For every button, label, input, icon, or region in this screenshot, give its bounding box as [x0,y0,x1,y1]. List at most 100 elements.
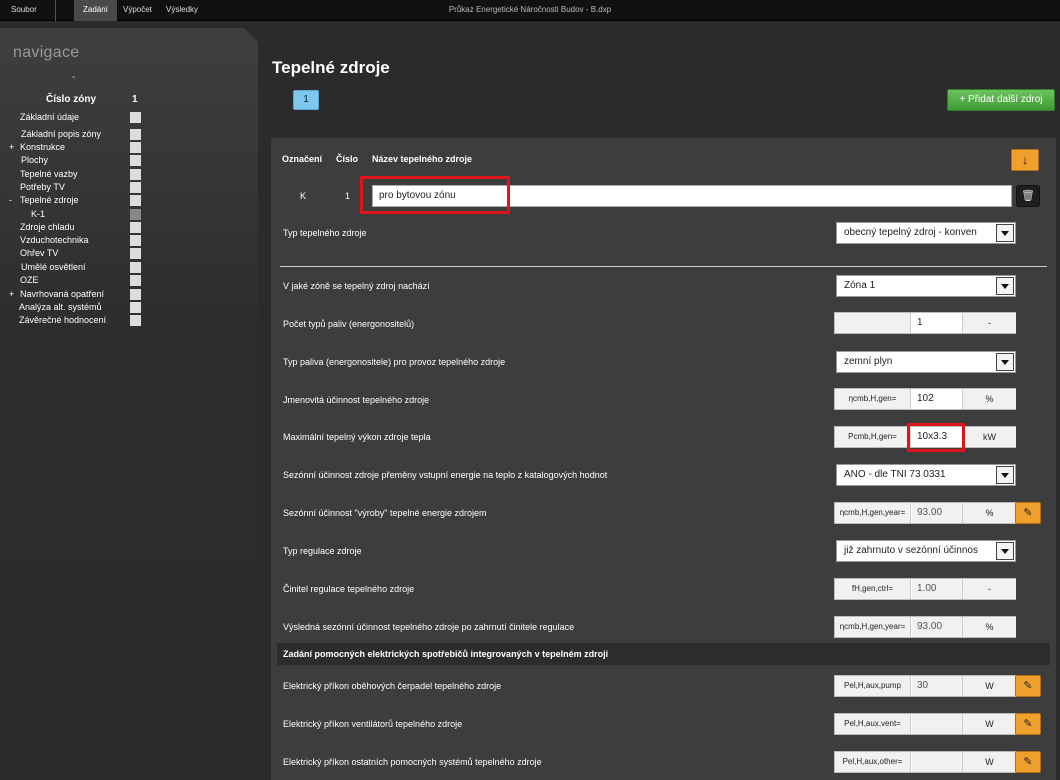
empty-symbol [835,313,911,333]
status-checkbox [130,235,141,246]
sidebar-item-tepelne-zdroje[interactable]: - Tepelné zdroje [0,195,145,207]
chevron-down-icon [996,466,1014,484]
other-value [912,752,962,772]
nav-collapse-toggle[interactable]: - [72,72,75,83]
sidebar-item-label: Vzduchotechnika [20,235,89,245]
palivo-select[interactable]: zemní plyn [836,351,1016,373]
header-cislo: Číslo [336,154,359,164]
collapse-icon[interactable]: - [9,195,17,205]
symbol-label: ηcmb,H,gen,year= [835,503,911,523]
sidebar-item-label: Základní popis zóny [21,129,102,139]
sidebar-item-vzduchotechnika[interactable]: Vzduchotechnika [0,235,145,247]
main-content: Tepelné zdroje 1 + Přidat další zdroj Oz… [258,28,1060,780]
vent-field: Pel,H,aux,vent= W [834,713,1016,735]
edit-icon[interactable]: ✎ [1015,502,1041,524]
sidebar-item-zakladni-popis-zony[interactable]: Základní popis zóny [0,129,145,141]
sidebar-item-zdroje-chladu[interactable]: Zdroje chladu [0,222,145,234]
pocet-paliv-input[interactable]: 1 [912,313,962,333]
sidebar-item-plochy[interactable]: Plochy [0,155,145,167]
sidebar-item-label: Zdroje chladu [20,222,75,232]
unit-label: W [962,676,1016,696]
unit-label: - [962,579,1016,599]
sidebar-item-label: Navrhovaná opatření [20,289,105,299]
menu-soubor[interactable]: Soubor [2,0,46,21]
sidebar-item-potreby-tv[interactable]: Potřeby TV [0,182,145,194]
add-source-button[interactable]: + Přidat další zdroj [947,89,1055,111]
sidebar-item-konstrukce[interactable]: + Konstrukce [0,142,145,154]
symbol-label: ηcmb,H,gen,year= [835,617,911,637]
expand-icon[interactable]: + [9,142,17,152]
vysledna-label: Výsledná sezónní účinnost tepelného zdro… [283,622,575,632]
sidebar-item-umele-osvetleni[interactable]: Umělé osvětlení [0,262,145,274]
sezonni-vyroby-label: Sezónní účinnost "výroby" tepelné energi… [283,508,487,518]
section-aux-heading: Zadání pomocných elektrických spotřebičů… [277,643,1050,665]
pump-field: Pel,H,aux,pump 30 W [834,675,1016,697]
sidebar-item-ohrev-tv[interactable]: Ohřev TV [0,248,145,260]
edit-icon[interactable]: ✎ [1015,751,1041,773]
sidebar-item-label: Tepelné vazby [20,169,78,179]
unit-label: W [962,752,1016,772]
sidebar-item-label: Potřeby TV [20,182,65,192]
status-checkbox [130,182,141,193]
status-checkbox [130,262,141,273]
source-cislo: 1 [345,191,351,201]
sezonni-katalog-select[interactable]: ANO - dle TNI 73 0331 [836,464,1016,486]
status-checkbox [130,129,141,140]
source-name-input[interactable]: pro bytovou zónu [372,185,1012,207]
typ-label: Typ tepelného zdroje [283,228,367,238]
ucinnost-label: Jmenovitá účinnost tepelného zdroje [283,395,430,405]
sidebar-item-analyza-alt-systemu[interactable]: Analýza alt. systémů [0,302,145,314]
status-checkbox [130,289,141,300]
vykon-label: Maximální tepelný výkon zdroje tepla [283,432,431,442]
edit-icon[interactable]: ✎ [1015,713,1041,735]
menu-zadani[interactable]: Zadání [74,0,117,21]
ucinnost-field: ηcmb,H,gen= 102 % [834,388,1016,410]
sidebar-item-label: Závěrečné hodnocení [19,315,107,325]
sidebar-item-zakladni-udaje[interactable]: Základní údaje [0,112,145,124]
unit-label: % [962,389,1016,409]
header-oznaceni: Označení [282,154,323,164]
status-checkbox [130,222,141,233]
sidebar-corner [244,28,258,42]
cinitel-field: fH,gen,ctrl= 1.00 - [834,578,1016,600]
vent-label: Elektrický příkon ventilátorů tepelného … [283,719,463,729]
pocet-paliv-label: Počet typů paliv (energonositelů) [283,319,415,329]
unit-label: - [962,313,1016,333]
status-checkbox [130,195,141,206]
sidebar-item-k1[interactable]: K-1 [0,209,145,221]
status-checkbox [130,112,141,123]
zone-number-label: Číslo zóny [46,94,97,105]
palivo-label: Typ paliva (energonositele) pro provoz t… [283,357,506,367]
edit-icon[interactable]: ✎ [1015,675,1041,697]
symbol-label: Pel,H,aux,other= [835,752,911,772]
sidebar-item-oze[interactable]: OZE [0,275,145,287]
sidebar-item-tepelne-vazby[interactable]: Tepelné vazby [0,169,145,181]
chevron-down-icon [996,353,1014,371]
sidebar-item-navrhovana-opatreni[interactable]: + Navrhovaná opatření [0,289,145,301]
sezonni-katalog-label: Sezónní účinnost zdroje přeměny vstupní … [283,470,608,480]
arrow-down-icon[interactable]: ↓ [1011,149,1039,171]
cinitel-label: Činitel regulace tepelného zdroje [283,584,415,594]
vykon-field: Pcmb,H,gen= 10x3.3 kW [834,426,1016,448]
divider [280,266,1047,267]
symbol-label: ηcmb,H,gen= [835,389,911,409]
status-checkbox [130,275,141,286]
ucinnost-input[interactable]: 102 [912,389,962,409]
menu-vypocet[interactable]: Výpočet [114,0,161,21]
vykon-input[interactable]: 10x3.3 [912,427,962,447]
heat-source-panel: Označení Číslo Název tepelného zdroje ↓ … [271,138,1056,780]
typ-select[interactable]: obecný tepelný zdroj - konven [836,222,1016,244]
tab-source-1[interactable]: 1 [293,90,319,110]
sidebar-item-zaverecne-hodnoceni[interactable]: Závěrečné hodnocení [0,315,145,327]
pump-value: 30 [912,676,962,696]
zona-select[interactable]: Zóna 1 [836,275,1016,297]
menu-vysledky[interactable]: Výsledky [157,0,207,21]
symbol-label: Pcmb,H,gen= [835,427,911,447]
sidebar-item-label: OZE [20,275,39,285]
chevron-down-icon [996,224,1014,242]
regulace-select[interactable]: již zahrnuto v sezónní účinnos [836,540,1016,562]
nav-title: navigace [13,44,80,61]
zone-number-value[interactable]: 1 [132,94,138,105]
trash-icon[interactable]: 🗑 [1016,185,1040,207]
expand-icon[interactable]: + [9,289,17,299]
